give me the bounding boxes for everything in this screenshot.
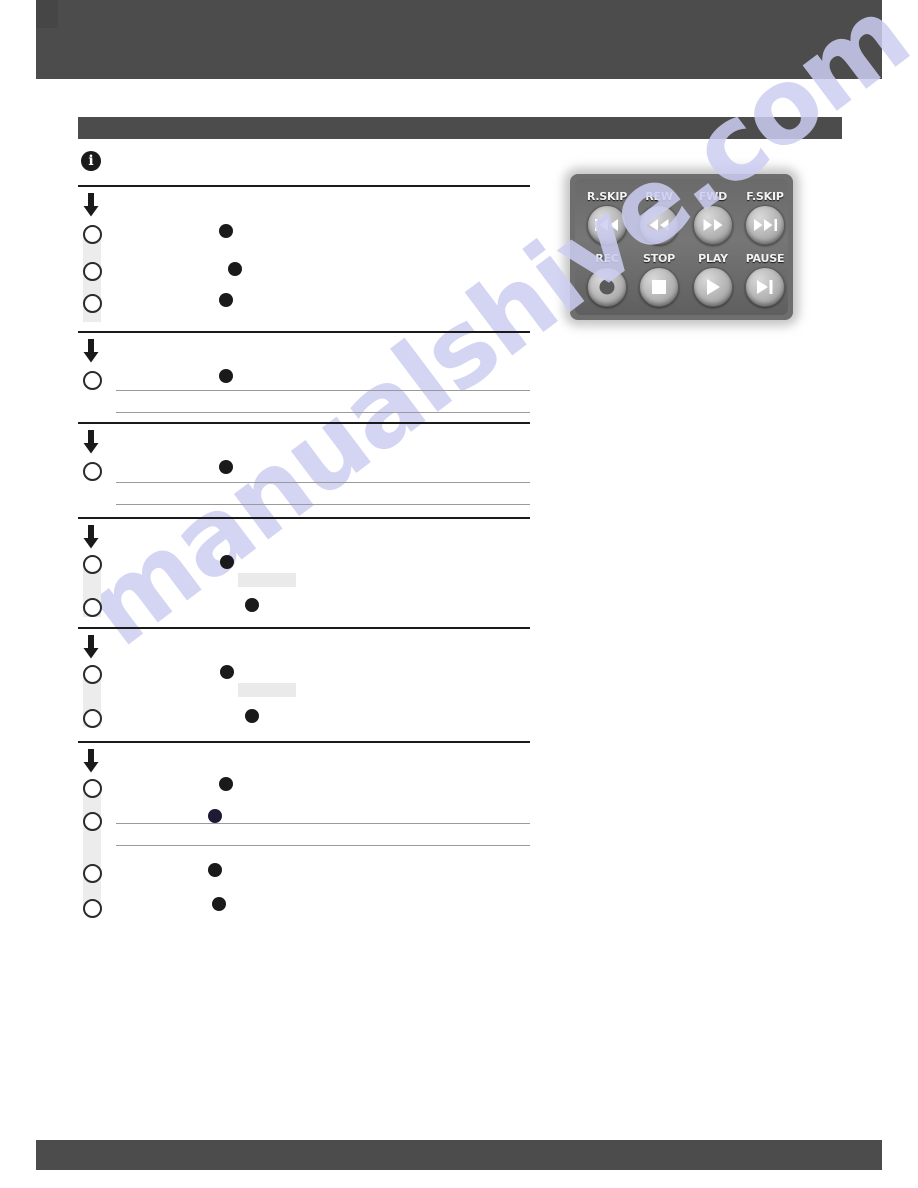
procedure-heading-row — [78, 187, 530, 223]
skip-forward-icon — [745, 205, 785, 245]
remote-button-play[interactable]: PLAY — [693, 252, 733, 307]
bullet-icon — [228, 262, 242, 276]
procedure-heading-row — [78, 743, 530, 779]
remote-button-pause[interactable]: PAUSE — [745, 252, 785, 307]
procedure-heading-row — [78, 424, 530, 460]
step-marker — [83, 812, 102, 831]
section-title-bar — [78, 117, 842, 139]
bullet-icon — [219, 369, 233, 383]
document-page: manualshive.com i R.SKIP REW FWD F.SKIP … — [0, 0, 918, 1188]
step-marker — [83, 709, 102, 728]
step-marker — [83, 864, 102, 883]
blank-line — [116, 390, 530, 391]
remote-button-label: STOP — [642, 252, 676, 265]
step-list — [78, 555, 530, 627]
procedure-block — [78, 333, 530, 424]
bullet-icon — [208, 809, 222, 823]
bullet-icon — [219, 460, 233, 474]
remote-button-label: FWD — [698, 190, 728, 203]
remote-button-label: R.SKIP — [586, 190, 628, 203]
step-marker — [83, 665, 102, 684]
remote-button-stop[interactable]: STOP — [639, 252, 679, 307]
bullet-icon — [219, 224, 233, 238]
blank-line — [116, 823, 530, 824]
info-note: i — [78, 146, 530, 185]
procedure-heading-row — [78, 629, 530, 665]
pause-step-icon — [745, 267, 785, 307]
step-list — [78, 460, 530, 517]
remote-button-label: PAUSE — [745, 252, 785, 265]
arrow-down-icon — [83, 339, 99, 363]
procedure-block — [78, 629, 530, 743]
keycap-label — [238, 683, 296, 697]
step-list — [78, 777, 530, 919]
remote-button-label: REW — [645, 190, 673, 203]
keycap-label — [238, 573, 296, 587]
arrow-down-icon — [83, 749, 99, 773]
skip-back-icon — [587, 205, 627, 245]
remote-button-fwd[interactable]: FWD — [693, 190, 733, 245]
bullet-icon — [208, 863, 222, 877]
remote-body: R.SKIP REW FWD F.SKIP REC STOP PLAY PAUS… — [575, 179, 788, 315]
step-list — [78, 369, 530, 422]
play-icon — [693, 267, 733, 307]
step-marker — [83, 899, 102, 918]
remote-button-f-skip[interactable]: F.SKIP — [745, 190, 785, 245]
blank-line — [116, 482, 530, 483]
remote-button-label: REC — [595, 252, 619, 265]
step-marker — [83, 225, 102, 244]
arrow-down-icon — [83, 430, 99, 454]
step-marker — [83, 779, 102, 798]
blank-line — [116, 845, 530, 846]
step-marker — [83, 462, 102, 481]
info-icon: i — [81, 151, 101, 171]
record-icon — [587, 267, 627, 307]
page-footer-bar — [36, 1140, 882, 1170]
arrow-down-icon — [83, 193, 99, 217]
procedure-block — [78, 187, 530, 333]
bullet-icon — [245, 709, 259, 723]
page-header-bar — [36, 0, 882, 79]
bullet-icon — [220, 665, 234, 679]
blank-line — [116, 412, 530, 413]
step-marker — [83, 555, 102, 574]
bullet-icon — [245, 598, 259, 612]
step-band — [83, 783, 101, 906]
arrow-down-icon — [83, 635, 99, 659]
header-corner-tab — [36, 0, 58, 28]
procedure-block — [78, 424, 530, 519]
remote-button-label: F.SKIP — [746, 190, 784, 203]
bullet-icon — [212, 897, 226, 911]
content-column: i — [78, 146, 530, 919]
procedure-heading-row — [78, 519, 530, 555]
blank-line — [116, 504, 530, 505]
step-marker — [83, 262, 102, 281]
procedure-block — [78, 743, 530, 919]
remote-button-rew[interactable]: REW — [639, 190, 679, 245]
step-marker — [83, 371, 102, 390]
step-marker — [83, 598, 102, 617]
remote-button-rec[interactable]: REC — [587, 252, 627, 307]
procedure-heading-row — [78, 333, 530, 369]
step-list — [78, 223, 530, 331]
stop-icon — [639, 267, 679, 307]
step-marker — [83, 294, 102, 313]
procedure-block — [78, 519, 530, 629]
remote-button-label: PLAY — [698, 252, 728, 265]
rewind-icon — [639, 205, 679, 245]
bullet-icon — [220, 555, 234, 569]
remote-button-r-skip[interactable]: R.SKIP — [587, 190, 627, 245]
remote-control-illustration: R.SKIP REW FWD F.SKIP REC STOP PLAY PAUS… — [570, 174, 793, 320]
fast-forward-icon — [693, 205, 733, 245]
arrow-down-icon — [83, 525, 99, 549]
bullet-icon — [219, 777, 233, 791]
bullet-icon — [219, 293, 233, 307]
step-list — [78, 665, 530, 741]
